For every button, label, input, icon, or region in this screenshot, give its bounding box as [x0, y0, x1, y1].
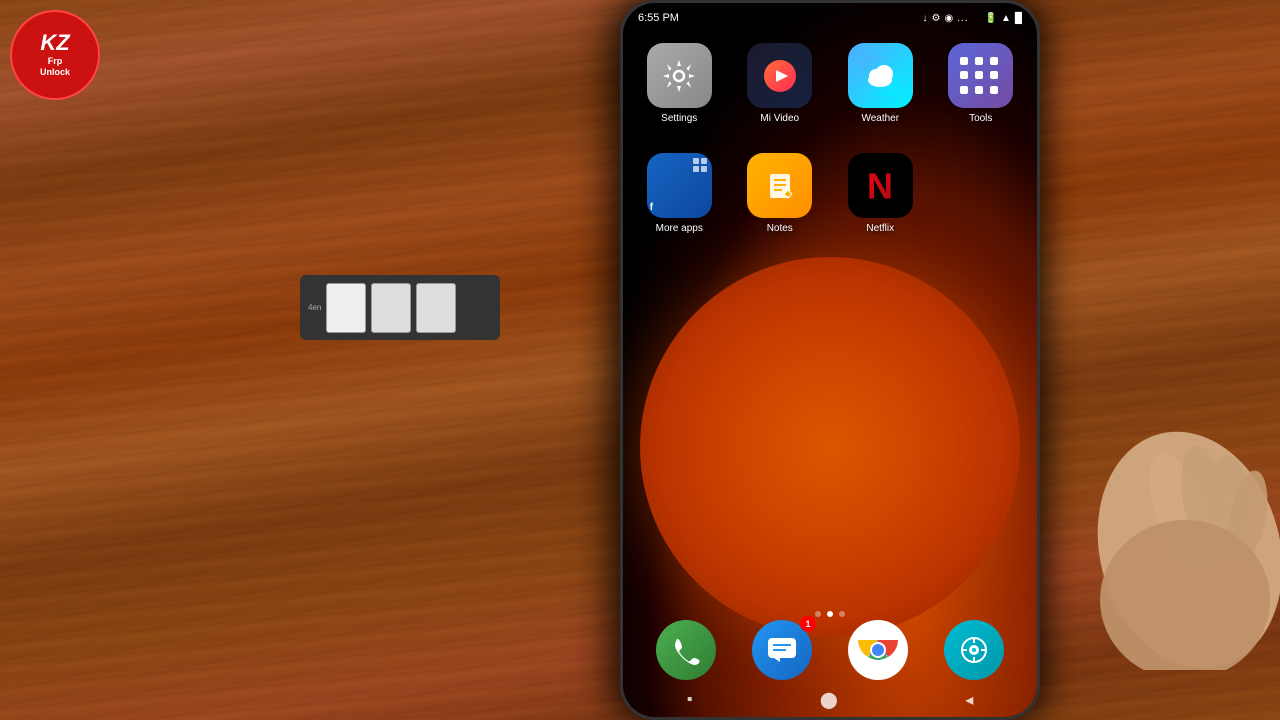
sim-tray: 4en: [300, 275, 500, 340]
phone-screen: 6:55 PM ↓ ⚙ ◉ ... 🔋 ▲ █: [623, 3, 1037, 717]
app-notes[interactable]: Notes: [734, 153, 827, 234]
security-icon-wrapper: [944, 620, 1004, 680]
signal-bars-icon: █: [1015, 13, 1022, 24]
messages-icon-wrapper: 1: [752, 620, 812, 680]
messages-badge: 1: [800, 616, 816, 632]
svg-text:N: N: [867, 165, 893, 206]
netflix-icon: N: [848, 153, 913, 218]
phone-icon-wrapper: [656, 620, 716, 680]
netflix-label: Netflix: [866, 223, 894, 234]
app-more-apps[interactable]: f More apps: [633, 153, 726, 234]
tools-icon: [948, 43, 1013, 108]
logo-badge: KZ FrpUnlock: [10, 10, 100, 100]
settings-label: Settings: [661, 113, 697, 124]
nav-home-button[interactable]: ⬤: [820, 690, 838, 710]
dock-chrome[interactable]: [846, 617, 911, 682]
battery-icon: 🔋: [985, 13, 997, 24]
app-mi-video[interactable]: Mi Video: [734, 43, 827, 124]
logo-initials: KZ: [40, 32, 69, 54]
app-grid-row2: f More apps: [633, 153, 1027, 234]
dock-phone[interactable]: [654, 617, 719, 682]
dock-messages[interactable]: 1: [750, 617, 815, 682]
phone-device: 6:55 PM ↓ ⚙ ◉ ... 🔋 ▲ █: [620, 0, 1040, 720]
location-icon: ◉: [944, 13, 953, 24]
sim-tray-label: 4en: [308, 303, 321, 312]
phone-icon: [656, 620, 716, 680]
app-tools[interactable]: Tools: [935, 43, 1028, 124]
settings-status-icon: ⚙: [932, 13, 941, 24]
nav-recents-button[interactable]: ◂: [965, 690, 973, 710]
more-apps-label: More apps: [656, 223, 703, 234]
status-icons: ↓ ⚙ ◉ ... 🔋 ▲ █: [923, 13, 1023, 24]
security-icon: [944, 620, 1004, 680]
empty-slot: [948, 153, 1013, 218]
app-empty: [935, 153, 1028, 234]
weather-icon: [848, 43, 913, 108]
logo-text: FrpUnlock: [40, 56, 70, 78]
notes-icon: [747, 153, 812, 218]
dock-security[interactable]: [942, 617, 1007, 682]
app-grid-row1: Settings Mi Vid: [633, 43, 1027, 124]
sim-slot-2: [371, 283, 411, 333]
download-icon: ↓: [923, 13, 928, 24]
app-netflix[interactable]: N Netflix: [834, 153, 927, 234]
app-weather[interactable]: Weather: [834, 43, 927, 124]
nav-bar: ▪ ⬤ ◂: [623, 682, 1037, 717]
settings-icon: [647, 43, 712, 108]
tools-label: Tools: [969, 113, 992, 124]
wifi-icon: ▲: [1001, 13, 1011, 24]
dock: 1: [638, 617, 1022, 682]
notes-label: Notes: [767, 223, 793, 234]
chrome-icon: [848, 620, 908, 680]
status-bar: 6:55 PM ↓ ⚙ ◉ ... 🔋 ▲ █: [623, 3, 1037, 33]
more-apps-icon: f: [647, 153, 712, 218]
mi-video-icon: [747, 43, 812, 108]
weather-label: Weather: [861, 113, 899, 124]
sim-slot-1: [326, 283, 366, 333]
overflow-icon: ...: [957, 13, 968, 24]
nav-back-button[interactable]: ▪: [687, 691, 693, 709]
status-time: 6:55 PM: [638, 12, 679, 24]
app-settings[interactable]: Settings: [633, 43, 726, 124]
chrome-icon-wrapper: [848, 620, 908, 680]
mi-video-label: Mi Video: [760, 113, 799, 124]
sim-slot-3: [416, 283, 456, 333]
